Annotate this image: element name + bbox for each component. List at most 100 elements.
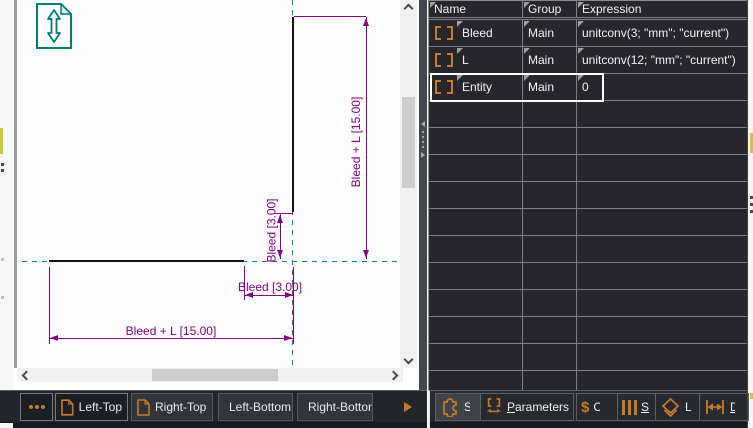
- column-header-label: Expression: [582, 2, 642, 16]
- empty-table-row[interactable]: [429, 263, 747, 290]
- empty-table-row[interactable]: [429, 209, 747, 236]
- parameters-button[interactable]: Parameters: [481, 394, 573, 420]
- param-group: Main: [528, 80, 555, 94]
- left-strip-tick: [1, 296, 4, 299]
- scroll-left-arrow[interactable]: [21, 370, 32, 381]
- brackets-icon: [435, 53, 455, 67]
- scroll-up-arrow[interactable]: [403, 3, 414, 14]
- dim-arrow: [363, 18, 369, 26]
- dim-extension-line: [49, 267, 50, 344]
- column-header-name[interactable]: Name: [429, 1, 523, 17]
- canvas-horizontal-scrollbar[interactable]: [17, 368, 403, 382]
- layers-button[interactable]: L: [656, 394, 700, 420]
- left-strip-yellow-marker: [0, 128, 3, 154]
- empty-table-row[interactable]: [429, 128, 747, 155]
- currency-button[interactable]: $ C: [577, 394, 618, 420]
- param-group: Main: [528, 53, 555, 67]
- splitter-grip: [422, 141, 424, 143]
- panel-splitter[interactable]: [419, 0, 427, 390]
- tab-label: Left-Bottom: [229, 400, 292, 414]
- dim-label-right-vertical: Bleed + L [15.00]: [349, 96, 363, 188]
- param-expression: 0: [582, 80, 589, 94]
- button-label: S: [464, 400, 470, 414]
- tab-label: Left-Top: [78, 400, 122, 414]
- splitter-grip: [422, 136, 424, 138]
- table-row-bleed[interactable]: Bleed Main unitconv(3; "mm"; "current"): [429, 20, 747, 47]
- column-header-expression[interactable]: Expression: [577, 1, 747, 17]
- left-annotation-strip: [0, 0, 13, 390]
- width-arrow-icon: [706, 400, 724, 414]
- dim-line: [49, 338, 293, 339]
- left-strip-tick: [1, 258, 4, 261]
- empty-table-row[interactable]: [429, 344, 747, 371]
- tab-label: Right-Bottom: [308, 400, 373, 414]
- dot-icon: [28, 405, 33, 409]
- styles-button[interactable]: S: [618, 394, 656, 420]
- dimensions-button[interactable]: D: [700, 394, 748, 420]
- scroll-right-arrow[interactable]: [388, 370, 399, 381]
- tabbar-bottom-strip: [0, 422, 427, 428]
- dim-arrow: [50, 335, 58, 341]
- corner-block: [0, 423, 13, 428]
- button-label: D: [730, 400, 735, 414]
- tab-label: Right-Top: [155, 400, 207, 414]
- splitter-collapse-left-icon[interactable]: [421, 121, 425, 127]
- brackets-icon: [435, 26, 455, 40]
- dot-icon: [34, 405, 39, 409]
- tab-overflow-button[interactable]: [20, 393, 53, 421]
- tab-left-top[interactable]: Left-Top: [55, 393, 128, 421]
- puzzle-icon: [443, 398, 457, 417]
- button-label: L: [685, 400, 692, 414]
- diamond-layers-icon: [661, 397, 680, 417]
- empty-table-row[interactable]: [429, 182, 747, 209]
- drawing-canvas[interactable]: Bleed + L [15.00] Bleed [3.00] Bleed [3.…: [14, 0, 403, 368]
- dim-line: [366, 17, 367, 259]
- horizontal-scroll-thumb[interactable]: [152, 369, 278, 381]
- canvas-vertical-scrollbar[interactable]: [400, 0, 417, 368]
- dim-label-bottom-horizontal: Bleed + L [15.00]: [125, 324, 217, 338]
- button-label: Parameters: [506, 400, 569, 414]
- dim-arrow: [363, 250, 369, 258]
- toolbar-bottom-strip: [430, 422, 747, 428]
- empty-table-row[interactable]: [429, 317, 747, 344]
- empty-table-row[interactable]: [429, 236, 747, 263]
- tab-right-top[interactable]: Right-Top: [131, 393, 213, 421]
- column-header-label: Group: [528, 2, 562, 16]
- parameters-panel: Name Group Expression Bleed Main unitcon…: [428, 0, 747, 390]
- parameters-brackets-icon: [486, 398, 502, 415]
- page-resize-icon[interactable]: [36, 3, 72, 49]
- tab-right-bottom[interactable]: Right-Bottom: [297, 393, 373, 421]
- table-row-entity-selected[interactable]: Entity Main 0: [429, 73, 747, 102]
- horizontal-edge-line[interactable]: [49, 260, 244, 262]
- toolbar-group-left: S Parameters: [435, 393, 574, 421]
- empty-table-row[interactable]: [429, 290, 747, 317]
- empty-table-row[interactable]: [429, 155, 747, 182]
- tab-left-bottom[interactable]: Left-Bottom: [218, 393, 293, 421]
- vertical-edge-line[interactable]: [292, 17, 294, 212]
- dollar-icon: $: [581, 398, 590, 416]
- vertical-scroll-thumb[interactable]: [402, 97, 415, 188]
- toolbar-group-right: $ C S L D: [576, 393, 749, 421]
- button-label: C: [593, 400, 600, 414]
- scroll-down-arrow[interactable]: [403, 354, 414, 365]
- dim-extension-line: [294, 16, 366, 17]
- column-header-group[interactable]: Group: [523, 1, 577, 17]
- right-annotation-strip: [747, 0, 753, 428]
- bars-icon: [622, 399, 637, 415]
- page-icon: [137, 398, 150, 416]
- column-header-label: Name: [434, 2, 467, 16]
- param-expression: unitconv(3; "mm"; "current"): [582, 26, 730, 40]
- dim-label-inner-vertical: Bleed [3.00]: [264, 198, 279, 263]
- left-strip-tick: [1, 169, 4, 172]
- source-button[interactable]: S: [436, 394, 481, 420]
- table-row-l[interactable]: L Main unitconv(12; "mm"; "current"): [429, 47, 747, 74]
- param-name: Bleed: [462, 26, 493, 40]
- brackets-icon: [435, 80, 455, 94]
- param-name: L: [462, 53, 469, 67]
- splitter-collapse-right-icon[interactable]: [421, 152, 425, 158]
- splitter-grip: [422, 146, 424, 148]
- button-label: S: [641, 400, 649, 414]
- tab-scroll-next-button[interactable]: [404, 402, 412, 412]
- empty-table-row[interactable]: [429, 371, 747, 390]
- empty-table-row[interactable]: [429, 101, 747, 128]
